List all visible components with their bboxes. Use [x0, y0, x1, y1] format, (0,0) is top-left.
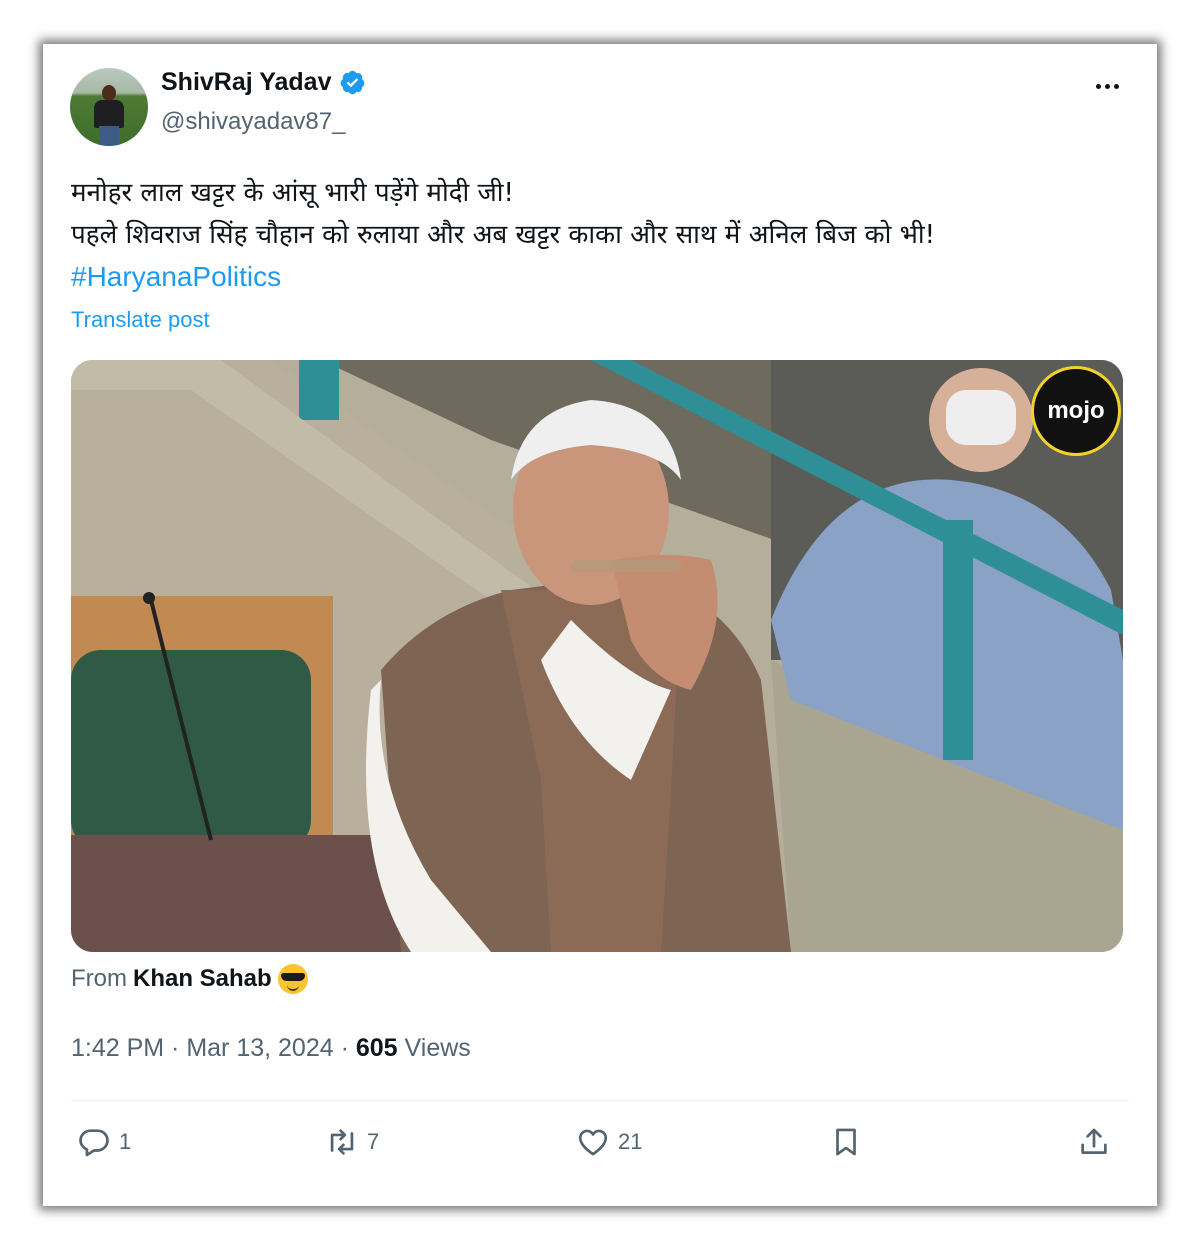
mojo-watermark-text: mojo — [1047, 397, 1105, 424]
tweet-date[interactable]: Mar 13, 2024 — [186, 1034, 333, 1062]
more-dot — [1095, 83, 1101, 89]
share-icon — [1081, 1128, 1107, 1154]
verified-badge-icon — [341, 70, 365, 95]
action-bar: 1 7 21 — [71, 1122, 1131, 1162]
video-source: From Khan Sahab — [71, 964, 308, 994]
author-name[interactable]: ShivRaj Yadav — [161, 68, 331, 97]
like-button[interactable]: 21 — [576, 1122, 642, 1162]
meta-separator: · — [164, 1034, 187, 1062]
more-dot — [1104, 83, 1110, 89]
video-media[interactable]: mojo — [71, 360, 1123, 952]
reply-count: 1 — [119, 1129, 132, 1154]
more-dot — [1113, 83, 1119, 89]
tweet-time[interactable]: 1:42 PM — [71, 1034, 164, 1062]
video-frame — [71, 360, 1123, 952]
source-prefix: From — [71, 965, 127, 992]
views-label: Views — [397, 1034, 471, 1062]
tweet-meta: 1:42 PM · Mar 13, 2024 · 605 Views — [71, 1034, 471, 1063]
retweet-icon — [330, 1129, 354, 1155]
avatar-legs — [99, 126, 119, 146]
author-name-row[interactable]: ShivRaj Yadav — [161, 68, 366, 97]
sunglasses-emoji-icon — [277, 964, 308, 994]
share-button[interactable] — [1077, 1122, 1111, 1162]
avatar-torso — [94, 100, 124, 128]
reply-button[interactable]: 1 — [77, 1122, 131, 1162]
author-handle[interactable]: @shivayadav87_ — [161, 108, 345, 136]
like-icon — [578, 1129, 608, 1156]
reply-icon — [79, 1129, 109, 1157]
like-count: 21 — [618, 1129, 643, 1154]
retweet-button[interactable]: 7 — [325, 1122, 379, 1162]
divider — [71, 1100, 1129, 1101]
tweet-text-line: पहले शिवराज सिंह चौहान को रुलाया और अब ख… — [71, 220, 936, 250]
meta-separator: · — [333, 1034, 356, 1062]
retweet-count: 7 — [367, 1129, 380, 1154]
tweet-text-line: मनोहर लाल खट्टर के आंसू भारी पड़ेंगे मोद… — [71, 178, 514, 208]
more-options-icon[interactable] — [1091, 76, 1123, 96]
bookmark-icon — [836, 1128, 856, 1156]
views-count: 605 — [355, 1034, 398, 1062]
mojo-watermark: mojo — [1031, 366, 1121, 456]
hashtag-link[interactable]: #HaryanaPolitics — [71, 256, 1131, 298]
source-name[interactable]: Khan Sahab — [133, 965, 272, 993]
bookmark-button[interactable] — [829, 1122, 863, 1162]
avatar[interactable] — [70, 68, 148, 146]
tweet-text: मनोहर लाल खट्टर के आंसू भारी पड़ेंगे मोद… — [71, 172, 1131, 298]
tweet-card: ShivRaj Yadav @shivayadav87_ मनोहर लाल ख… — [43, 44, 1157, 1206]
avatar-head — [102, 85, 116, 101]
translate-post-link[interactable]: Translate post — [71, 307, 210, 333]
